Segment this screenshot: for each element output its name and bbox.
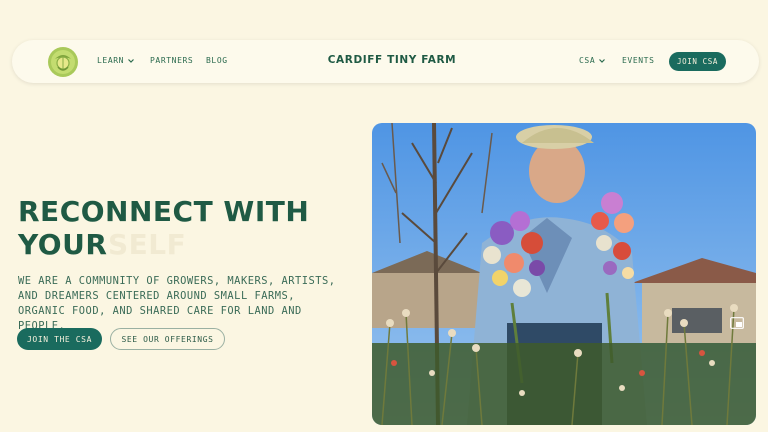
nav-blog[interactable]: BLOG xyxy=(206,56,228,65)
join-the-csa-button[interactable]: JOIN THE CSA xyxy=(17,328,102,350)
picture-in-picture-icon[interactable] xyxy=(730,317,744,329)
nav-csa[interactable]: CSA xyxy=(579,56,606,65)
nav-learn-label: LEARN xyxy=(97,56,125,65)
brand-title[interactable]: CARDIFF TINY FARM xyxy=(312,54,472,66)
nav-events[interactable]: EVENTS xyxy=(622,56,655,65)
nav-learn[interactable]: LEARN xyxy=(97,56,135,65)
nav-events-label: EVENTS xyxy=(622,56,655,65)
chevron-down-icon xyxy=(599,58,606,63)
nav-partners[interactable]: PARTNERS xyxy=(150,56,193,65)
hero-video[interactable] xyxy=(372,123,756,425)
join-csa-button[interactable]: JOIN CSA xyxy=(669,52,726,71)
nav-partners-label: PARTNERS xyxy=(150,56,194,65)
hero-headline-line1: RECONNECT WITH xyxy=(18,195,310,228)
hero-headline-line2: YOUR xyxy=(18,228,108,261)
cabbage-logo-icon[interactable] xyxy=(46,45,80,79)
nav-csa-label: CSA xyxy=(579,56,596,65)
farmer-with-flowers-image xyxy=(372,123,756,425)
hero-description: WE ARE A COMMUNITY OF GROWERS, MAKERS, A… xyxy=(18,275,336,332)
hero-headline-ghost-word: SELF xyxy=(108,228,187,261)
see-our-offerings-button[interactable]: SEE OUR OFFERINGS xyxy=(110,328,225,350)
chevron-down-icon xyxy=(128,58,135,63)
nav-blog-label: BLOG xyxy=(206,56,228,65)
top-navbar: LEARN PARTNERS BLOG CARDIFF TINY FARM CS… xyxy=(12,40,759,83)
